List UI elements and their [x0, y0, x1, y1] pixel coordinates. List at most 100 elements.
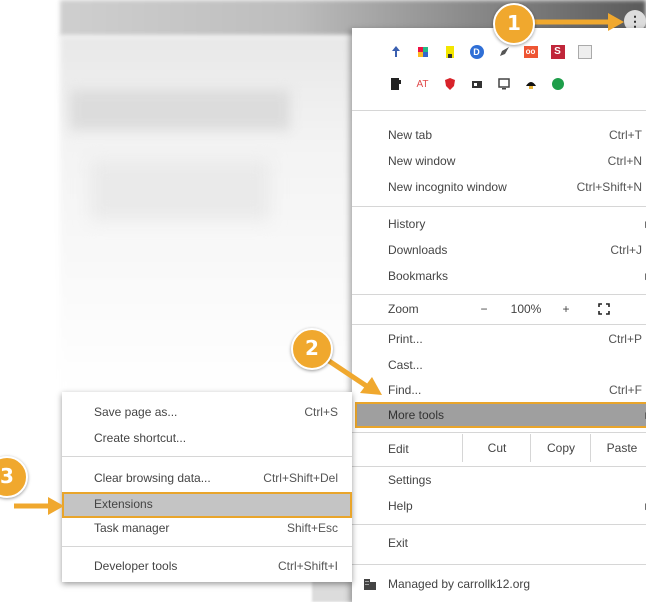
step-2-badge: 2	[291, 328, 333, 370]
ext-d-label: D	[469, 45, 484, 59]
submenu-item-developer-tools[interactable]: Developer tools Ctrl+Shift+I	[62, 554, 352, 578]
menu-item-label: Extensions	[94, 497, 153, 511]
cut-button[interactable]: Cut	[462, 434, 531, 462]
menu-item-label: Find...	[388, 383, 422, 397]
menu-item-shortcut: Ctrl+J	[610, 243, 642, 257]
ext-oo-label: oo	[523, 46, 538, 58]
menu-item-shortcut: Ctrl+F	[609, 383, 642, 397]
menu-item-more-tools[interactable]: More tools ▶	[352, 403, 646, 427]
menu-item-edit: Edit Cut Copy Paste	[352, 434, 646, 462]
menu-divider	[352, 324, 646, 325]
menu-item-new-tab[interactable]: New tab Ctrl+T	[352, 123, 646, 147]
menu-divider	[352, 524, 646, 525]
menu-item-label: Downloads	[388, 243, 448, 257]
menu-divider	[352, 110, 646, 111]
step-1-badge: 1	[493, 3, 535, 45]
submenu-item-extensions[interactable]: Extensions	[62, 492, 352, 516]
menu-item-label: Edit	[388, 442, 409, 456]
zoom-level: 100%	[510, 302, 542, 316]
menu-item-label: Task manager	[94, 521, 170, 535]
submenu-item-create-shortcut[interactable]: Create shortcut...	[62, 426, 352, 450]
page-content-blurred-block	[70, 90, 290, 130]
managed-by-notice[interactable]: Managed by carrollk12.org	[352, 572, 646, 596]
menu-item-shortcut: Ctrl+Shift+N	[576, 180, 642, 194]
ext-s-label: S	[550, 45, 565, 59]
menu-item-label: Help	[388, 499, 413, 513]
page-content-blurred-block	[90, 160, 270, 220]
step-3-badge: 3	[0, 456, 28, 498]
ext-pin-icon[interactable]	[382, 40, 409, 64]
menu-item-help[interactable]: Help ▶	[352, 494, 646, 518]
menu-item-label: Print...	[388, 332, 423, 346]
zoom-in-button[interactable]: +	[556, 297, 576, 321]
menu-item-shortcut: Ctrl+N	[607, 154, 642, 168]
menu-item-label: Exit	[388, 536, 409, 550]
extensions-row-1: D oo S	[382, 40, 598, 64]
menu-item-label: Create shortcut...	[94, 431, 187, 445]
submenu-item-clear-data[interactable]: Clear browsing data... Ctrl+Shift+Del	[62, 466, 352, 490]
ext-highlighter-icon[interactable]	[436, 40, 463, 64]
menu-item-label: History	[388, 217, 426, 231]
ext-bookmark-icon[interactable]	[382, 72, 409, 96]
ext-s-icon[interactable]: S	[544, 40, 571, 64]
ext-d-icon[interactable]: D	[463, 40, 490, 64]
menu-item-label: New incognito window	[388, 180, 507, 194]
menu-item-new-incognito[interactable]: New incognito window Ctrl+Shift+N	[352, 175, 646, 199]
copy-button[interactable]: Copy	[530, 434, 591, 462]
menu-item-new-window[interactable]: New window Ctrl+N	[352, 149, 646, 173]
menu-item-shortcut: Ctrl+Shift+I	[277, 559, 338, 573]
menu-item-label: Bookmarks	[388, 269, 449, 283]
menu-divider	[62, 546, 352, 547]
ext-at-label: AT	[416, 78, 429, 90]
menu-item-label: Zoom	[388, 302, 419, 316]
menu-divider	[352, 466, 646, 467]
menu-item-label: Developer tools	[94, 559, 178, 573]
ext-shield-icon[interactable]	[436, 72, 463, 96]
menu-item-shortcut: Ctrl+Shift+Del	[263, 471, 338, 485]
menu-item-shortcut: Ctrl+T	[609, 128, 642, 142]
managed-by-label: Managed by carrollk12.org	[388, 577, 531, 591]
more-tools-submenu: Save page as... Ctrl+S Create shortcut..…	[62, 392, 352, 582]
submenu-item-task-manager[interactable]: Task manager Shift+Esc	[62, 516, 352, 540]
menu-item-bookmarks[interactable]: Bookmarks ▶	[352, 264, 646, 288]
fullscreen-icon[interactable]	[592, 297, 616, 321]
menu-item-settings[interactable]: Settings	[352, 468, 646, 492]
menu-item-label: Settings	[388, 473, 432, 487]
menu-item-label: Cast...	[388, 358, 423, 372]
menu-item-zoom: Zoom − 100% +	[352, 297, 646, 321]
menu-item-label: New tab	[388, 128, 433, 142]
ext-dot-icon[interactable]	[544, 72, 571, 96]
ext-box-icon[interactable]	[571, 40, 598, 64]
ext-at-icon[interactable]: AT	[409, 72, 436, 96]
menu-item-downloads[interactable]: Downloads Ctrl+J	[352, 238, 646, 262]
chrome-main-menu: D oo S AT New tab Ctrl+T New window Ctrl…	[352, 28, 646, 602]
menu-item-shortcut: Ctrl+P	[608, 332, 642, 346]
menu-divider	[352, 206, 646, 207]
menu-item-label: Clear browsing data...	[94, 471, 211, 485]
menu-divider	[62, 456, 352, 457]
menu-item-label: More tools	[388, 408, 445, 422]
ext-cube-icon[interactable]	[409, 40, 436, 64]
menu-item-exit[interactable]: Exit	[352, 531, 646, 555]
menu-item-shortcut: Shift+Esc	[286, 521, 338, 535]
paste-button[interactable]: Paste	[590, 434, 646, 462]
submenu-item-save-page[interactable]: Save page as... Ctrl+S	[62, 400, 352, 424]
extensions-row-2: AT	[382, 72, 571, 96]
menu-item-cast[interactable]: Cast...	[352, 353, 646, 377]
step-1-arrow-icon	[534, 13, 624, 31]
menu-item-find[interactable]: Find... Ctrl+F	[352, 378, 646, 402]
menu-divider	[352, 432, 646, 433]
ext-id-icon[interactable]	[463, 72, 490, 96]
step-2-arrow-icon	[324, 356, 382, 395]
menu-divider	[352, 564, 646, 565]
menu-item-history[interactable]: History ▶	[352, 212, 646, 236]
menu-divider	[352, 294, 646, 295]
menu-item-label: New window	[388, 154, 456, 168]
step-3-arrow-icon	[14, 497, 64, 515]
menu-item-print[interactable]: Print... Ctrl+P	[352, 327, 646, 351]
zoom-out-button[interactable]: −	[474, 297, 494, 321]
ext-helmet-icon[interactable]	[517, 72, 544, 96]
ext-monitor-icon[interactable]	[490, 72, 517, 96]
menu-item-shortcut: Ctrl+S	[304, 405, 338, 419]
menu-item-label: Save page as...	[94, 405, 178, 419]
